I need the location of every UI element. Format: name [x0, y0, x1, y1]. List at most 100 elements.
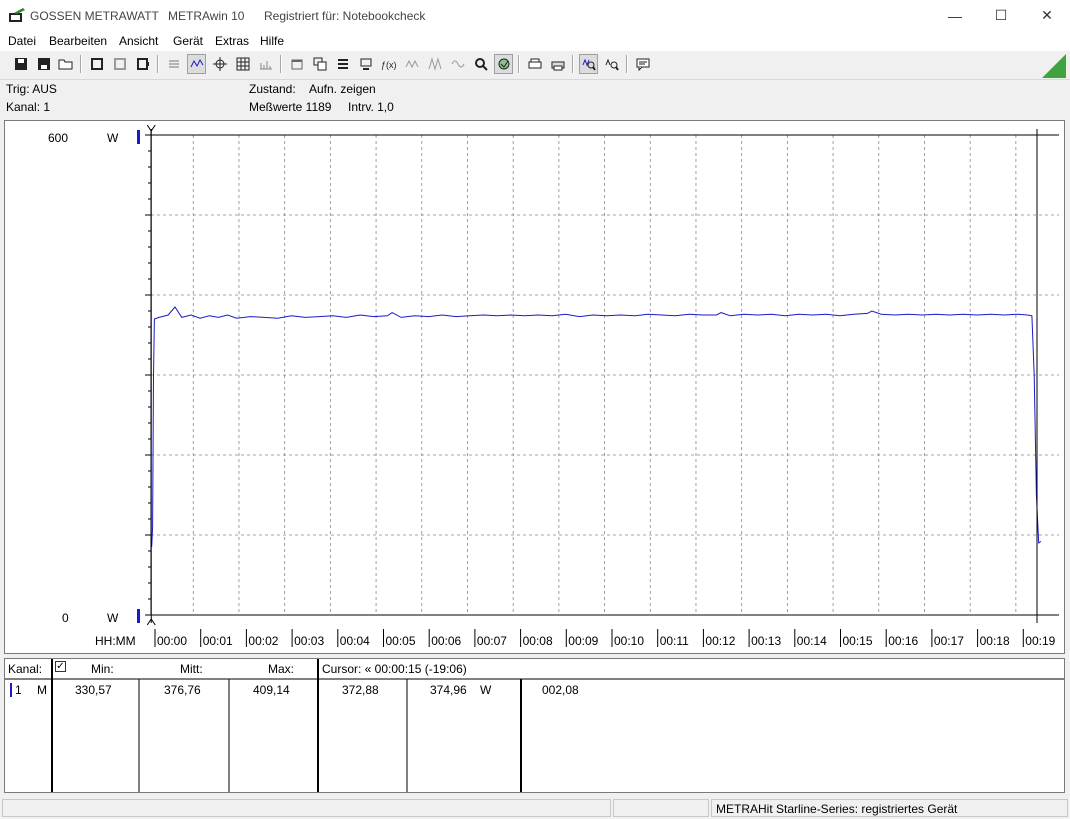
- search-icon: [474, 58, 488, 71]
- table-icon: [236, 57, 249, 71]
- x-tick-label: 00:08: [523, 634, 553, 648]
- device-button[interactable]: [87, 54, 106, 74]
- grid: [151, 135, 1059, 615]
- max-value: 409,14: [253, 683, 290, 697]
- y-bottom-marker: [137, 609, 140, 623]
- left-cursor-marker-icon: [146, 124, 156, 132]
- toolbar-separator: [626, 55, 628, 73]
- zoom-out-icon: [605, 58, 619, 71]
- x-tick-label: 00:07: [477, 634, 507, 648]
- signal-alt-button[interactable]: [425, 54, 444, 74]
- x-tick-label: 00:14: [797, 634, 827, 648]
- crosshair-icon: [212, 57, 227, 71]
- svg-text:ƒ(x): ƒ(x): [381, 60, 397, 70]
- x-tick-label: 00:19: [1025, 634, 1055, 648]
- channel-mode: M: [37, 683, 47, 697]
- menu-hilfe[interactable]: Hilfe: [260, 34, 284, 48]
- histogram-icon: [259, 61, 272, 70]
- x-tick-label: 00:04: [340, 634, 370, 648]
- menu-datei[interactable]: Datei: [8, 34, 36, 48]
- histogram-button[interactable]: [256, 54, 275, 74]
- chart-panel[interactable]: 600 W 0 W HH:MM 00:00 00:01 00:02 00:03 00:0…: [4, 120, 1065, 654]
- device-disabled-button[interactable]: [110, 54, 129, 74]
- print-button[interactable]: [525, 54, 544, 74]
- comment-button[interactable]: [633, 54, 652, 74]
- zoom-out-button[interactable]: [602, 54, 621, 74]
- save-button[interactable]: [11, 54, 30, 74]
- x-tick-label: 00:13: [751, 634, 781, 648]
- cascade-button[interactable]: [310, 54, 329, 74]
- list-icon: [168, 60, 179, 68]
- show-all-checkbox[interactable]: ✓: [55, 661, 66, 672]
- status-segment-1: [2, 799, 611, 817]
- toolbar-separator: [80, 55, 82, 73]
- menu-bar: Datei Bearbeiten Ansicht Gerät Extras Hi…: [0, 31, 1070, 51]
- zoom-button[interactable]: [579, 54, 598, 74]
- print-preview-button[interactable]: [164, 54, 183, 74]
- kanal-header: Kanal:: [8, 662, 43, 676]
- device-settings-icon: [136, 58, 149, 70]
- app-product-title: METRAwin 10: [168, 9, 245, 23]
- channel-number[interactable]: 1: [15, 683, 22, 697]
- app-icon: [9, 8, 25, 22]
- close-icon: ✕: [1041, 7, 1053, 23]
- table-view-button[interactable]: [233, 54, 252, 74]
- line-graph-button[interactable]: [187, 54, 206, 74]
- menu-geraet[interactable]: Gerät: [173, 34, 203, 48]
- data-series: [151, 306, 1042, 548]
- maximize-icon: ☐: [994, 7, 1008, 23]
- wave-button[interactable]: [448, 54, 467, 74]
- close-button[interactable]: ✕: [1024, 0, 1070, 31]
- status-segment-2: [613, 799, 709, 817]
- state-value: Aufn. zeigen: [309, 82, 376, 96]
- signal-button[interactable]: [402, 54, 421, 74]
- auto-button[interactable]: [494, 54, 513, 74]
- printer-setup-icon: [551, 61, 564, 71]
- zoom-icon: [582, 58, 596, 71]
- x-tick-label: 00:03: [294, 634, 324, 648]
- state-label: Zustand:: [249, 82, 296, 96]
- x-tick-label: 00:09: [568, 634, 598, 648]
- search-channel-button[interactable]: [471, 54, 490, 74]
- x-tick-label: 00:06: [431, 634, 461, 648]
- x-tick-label: 00:15: [843, 634, 873, 648]
- menu-extras[interactable]: Extras: [215, 34, 249, 48]
- save-as-button[interactable]: [34, 54, 53, 74]
- signal-icon: [405, 59, 418, 69]
- print-setup-button[interactable]: [548, 54, 567, 74]
- cursor-delta-value: 002,08: [542, 683, 579, 697]
- interval-value: Intrv. 1,0: [348, 100, 394, 114]
- toolbar-separator: [572, 55, 574, 73]
- device-settings-button[interactable]: [133, 54, 152, 74]
- status-bar: METRAHit Starline-Series: registriertes …: [0, 797, 1070, 819]
- save-as-icon: [37, 58, 50, 70]
- config-icon: [337, 59, 348, 69]
- max-header: Max:: [268, 662, 295, 676]
- x-tick-label: 00:01: [203, 634, 233, 648]
- maximize-button[interactable]: ☐: [978, 0, 1024, 31]
- minimize-button[interactable]: —: [932, 0, 978, 31]
- power-chart[interactable]: 600 W 0 W HH:MM 00:00 00:01 00:02 00:03 00:0…: [5, 121, 1064, 653]
- device-icon: [90, 58, 103, 70]
- channel-status: Kanal: 1: [6, 100, 51, 114]
- x-tick-label: 00:00: [157, 634, 187, 648]
- crosshair-button[interactable]: [210, 54, 229, 74]
- mitt-value: 376,76: [164, 683, 201, 697]
- mitt-header: Mitt:: [180, 662, 203, 676]
- axes: [145, 131, 1059, 616]
- menu-bearbeiten[interactable]: Bearbeiten: [49, 34, 107, 48]
- min-header: Min:: [91, 662, 114, 676]
- app-title: GOSSEN METRAWATT: [30, 9, 159, 23]
- open-button[interactable]: [56, 54, 75, 74]
- x-tick-label: 00:16: [888, 634, 918, 648]
- x-tick-label: 00:17: [934, 634, 964, 648]
- window-button[interactable]: [287, 54, 306, 74]
- x-tick-label: 00:05: [386, 634, 416, 648]
- menu-ansicht[interactable]: Ansicht: [119, 34, 158, 48]
- toolbar-separator: [280, 55, 282, 73]
- function-button[interactable]: ƒ(x): [379, 54, 398, 74]
- computer-button[interactable]: [356, 54, 375, 74]
- x-tick-label: 00:18: [980, 634, 1010, 648]
- config-button[interactable]: [333, 54, 352, 74]
- y-top-marker: [137, 130, 140, 144]
